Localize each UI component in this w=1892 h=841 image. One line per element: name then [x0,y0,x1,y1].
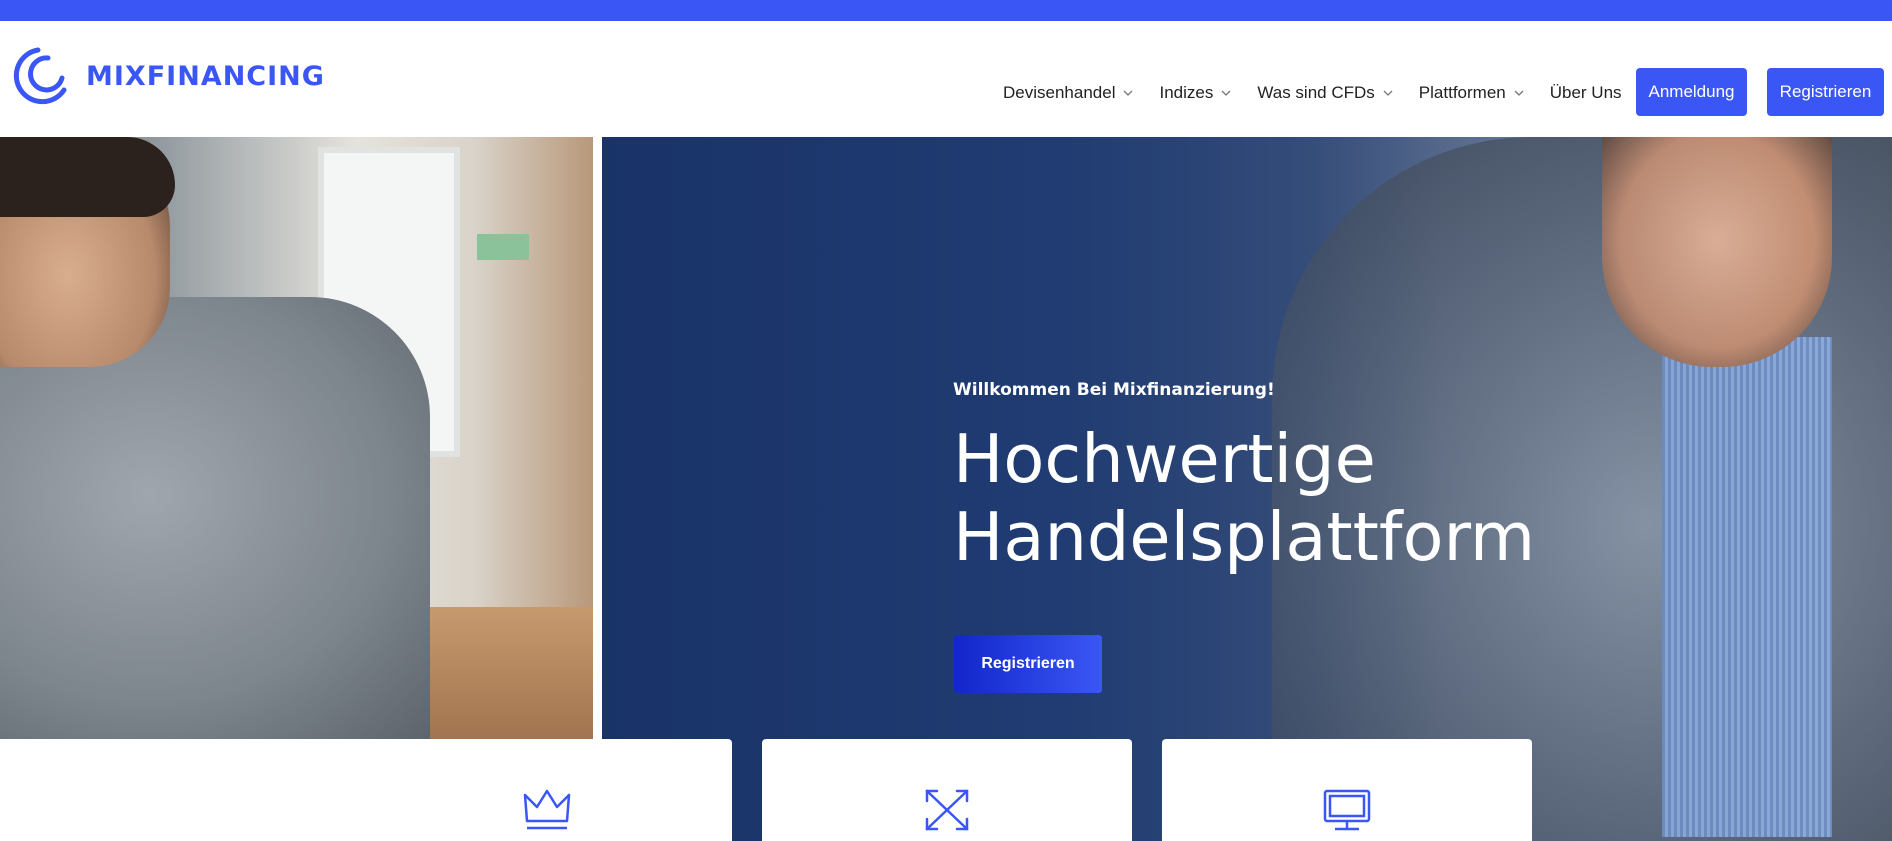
chevron-down-icon [1383,90,1393,96]
top-accent-bar [0,0,1892,21]
nav-item-label: Plattformen [1418,83,1506,102]
chevron-down-icon [1221,90,1231,96]
hero-kicker: Willkommen Bei Mixfinanzierung! [953,380,1275,400]
nav-item-label: Über Uns [1549,83,1622,102]
hero-divider [593,137,602,739]
logo-text: MIXFINANCING [86,60,325,92]
nav-item-was-sind-cfds[interactable]: Was sind CFDs [1257,83,1393,103]
nav-item-indizes[interactable]: Indizes [1159,83,1231,103]
hero-image-left [0,137,593,739]
nav-item-label: Devisenhandel [1003,83,1116,102]
logo-icon [13,47,67,105]
crown-icon [523,789,571,830]
nav-item-label: Was sind CFDs [1257,83,1375,102]
hero-section: Willkommen Bei Mixfinanzierung! Hochwert… [0,137,1892,841]
login-button[interactable]: Anmeldung [1636,68,1747,116]
feature-card [1162,739,1532,841]
site-header: MIXFINANCING Devisenhandel Indizes Was s… [0,21,1892,137]
main-nav: Devisenhandel Indizes Was sind CFDs Plat… [1003,59,1648,127]
hero-text-block: Willkommen Bei Mixfinanzierung! Hochwert… [953,380,1553,576]
feature-card [362,739,732,841]
nav-item-ueber-uns[interactable]: Über Uns [1550,83,1622,103]
nav-item-devisenhandel[interactable]: Devisenhandel [1003,83,1133,103]
site-logo[interactable]: MIXFINANCING [8,41,325,111]
nav-item-label: Indizes [1159,83,1214,102]
hero-register-button[interactable]: Registrieren [954,635,1102,693]
feature-card [762,739,1132,841]
monitor-icon [1323,789,1371,831]
chevron-down-icon [1124,90,1133,96]
expand-arrows-icon [925,789,969,831]
register-button[interactable]: Registrieren [1767,68,1884,116]
nav-item-plattformen[interactable]: Plattformen [1419,83,1524,103]
chevron-down-icon [1514,90,1524,96]
hero-title: Hochwertige Handelsplattform [953,420,1536,576]
